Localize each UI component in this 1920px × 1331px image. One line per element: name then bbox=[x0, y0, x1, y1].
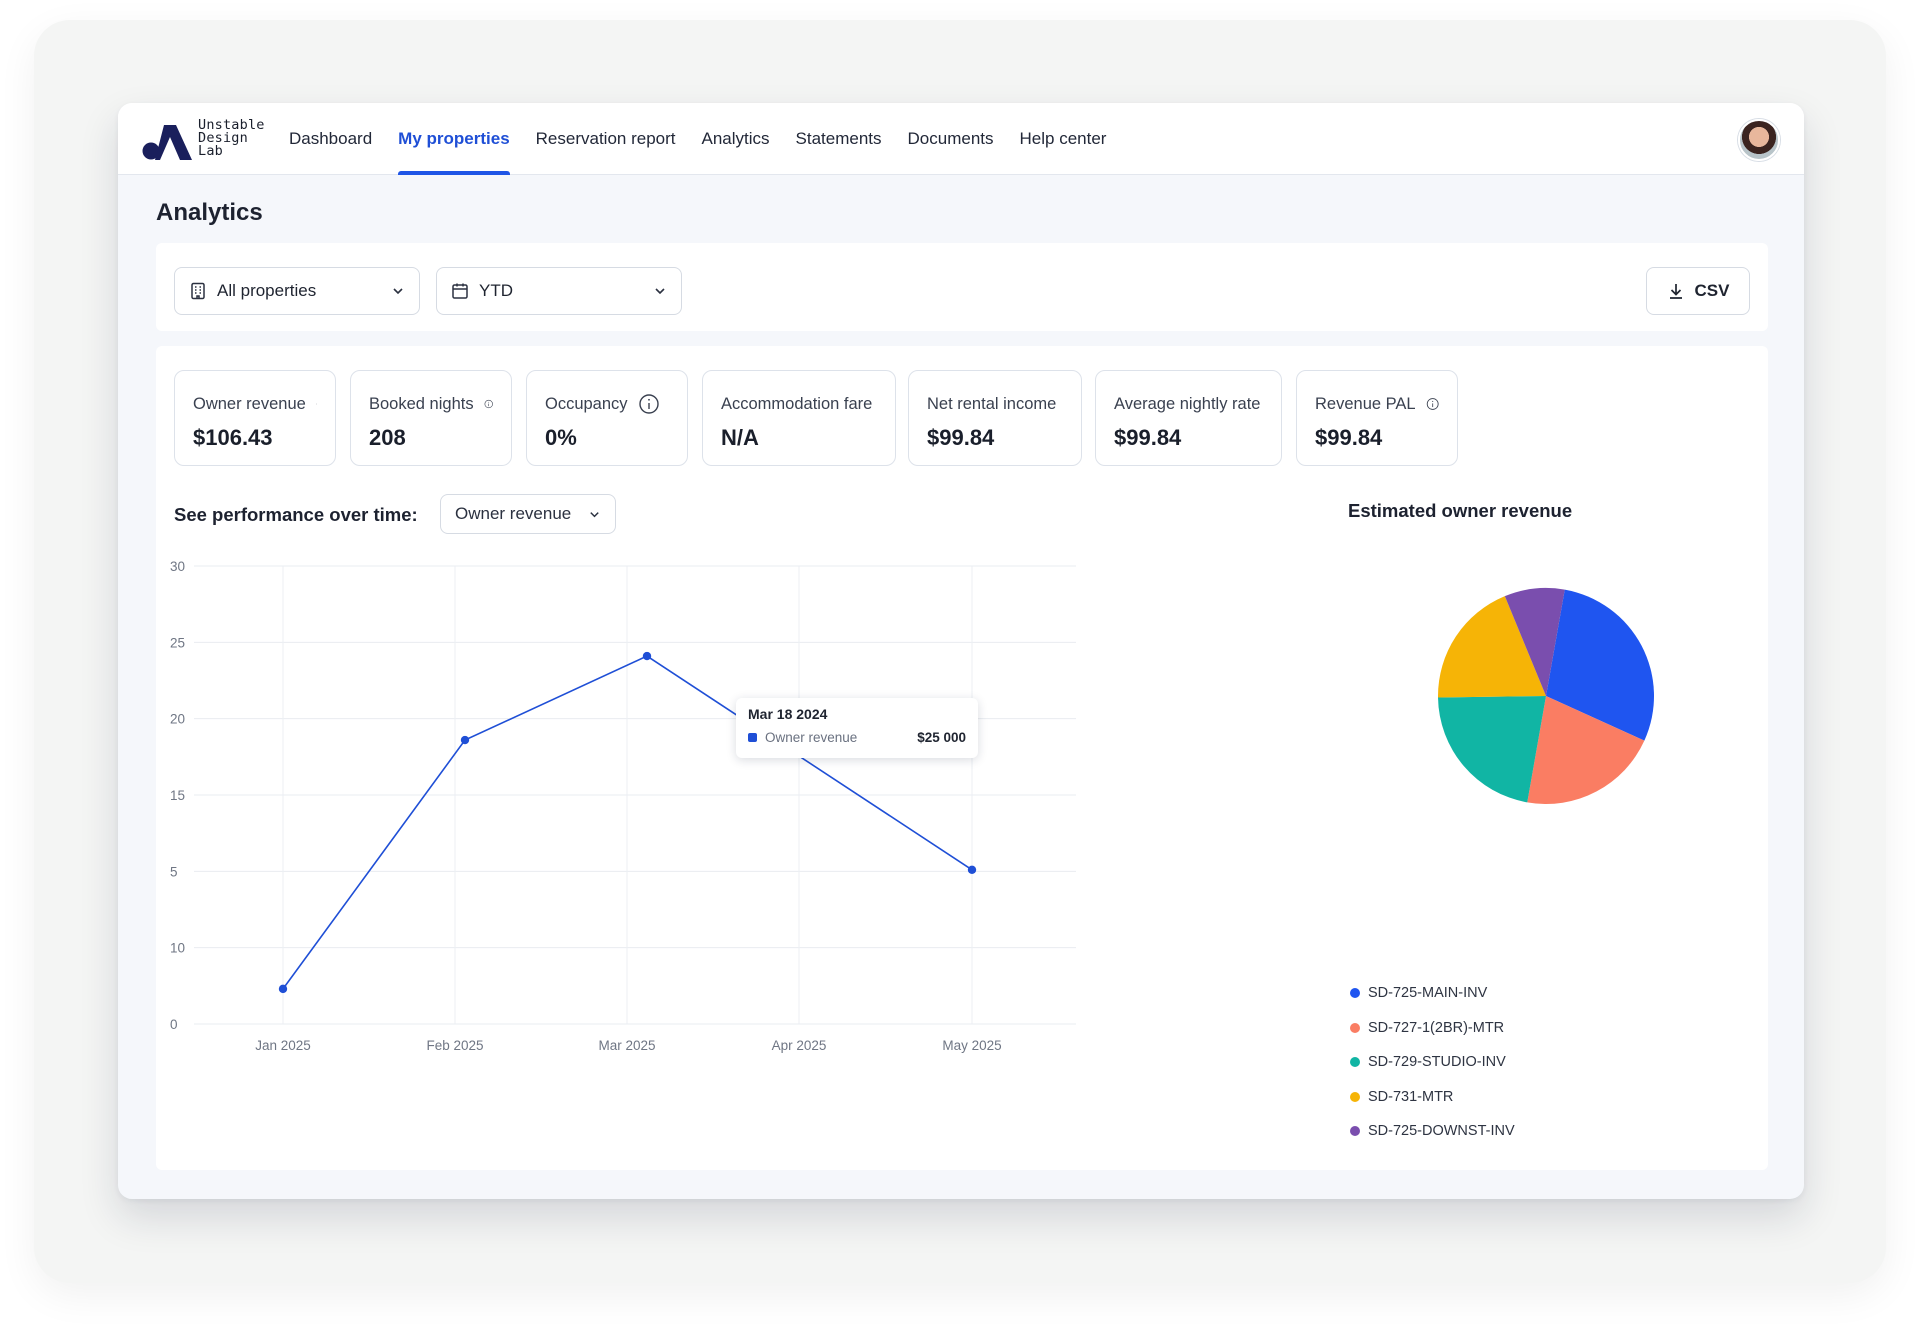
kpi-value: $99.84 bbox=[1114, 425, 1182, 450]
download-icon bbox=[1669, 284, 1682, 299]
y-tick-label: 30 bbox=[170, 559, 185, 574]
legend-swatch bbox=[1350, 1022, 1360, 1033]
kpi-label: Average nightly rate bbox=[1114, 394, 1261, 413]
app-window: Unstable Design Lab Dashboard My properti… bbox=[118, 103, 1804, 1199]
kpi-card: Revenue PAL $99.84 bbox=[1296, 370, 1458, 466]
nav-item-reservation-report[interactable]: Reservation report bbox=[523, 103, 689, 175]
info-icon[interactable] bbox=[484, 393, 493, 415]
info-icon[interactable] bbox=[315, 393, 317, 415]
kpi-value: $99.84 bbox=[927, 425, 995, 450]
legend-item[interactable]: SD-731-MTR bbox=[1350, 1080, 1515, 1115]
nav-item-help-center[interactable]: Help center bbox=[1007, 103, 1120, 175]
analytics-panel: Owner revenue $106.43 Booked nights 208 Occu… bbox=[156, 346, 1768, 1170]
data-point bbox=[642, 651, 652, 661]
info-icon[interactable] bbox=[638, 393, 660, 415]
kpi-value: $106.43 bbox=[193, 425, 273, 450]
kpi-card: Occupancy 0% bbox=[526, 370, 688, 466]
y-tick-label: 5 bbox=[170, 864, 178, 879]
chevron-down-icon bbox=[590, 512, 599, 518]
legend-swatch bbox=[1350, 1057, 1360, 1068]
kpi-card: Net rental income $99.84 bbox=[908, 370, 1082, 466]
legend-swatch bbox=[1350, 1091, 1360, 1102]
legend-item[interactable]: SD-727-1(2BR)-MTR bbox=[1350, 1011, 1515, 1046]
nav-item-statements[interactable]: Statements bbox=[783, 103, 895, 175]
period-select-value: YTD bbox=[479, 281, 513, 300]
legend-label: SD-729-STUDIO-INV bbox=[1368, 1054, 1506, 1071]
period-select[interactable]: YTD bbox=[436, 267, 682, 315]
csv-download-button[interactable]: CSV bbox=[1646, 267, 1750, 315]
y-tick-label: 20 bbox=[170, 712, 185, 727]
kpi-label: Owner revenue bbox=[193, 394, 306, 413]
legend-item[interactable]: SD-725-DOWNST-INV bbox=[1350, 1114, 1515, 1149]
calendar-icon bbox=[452, 283, 468, 299]
logo-mark-icon bbox=[142, 125, 192, 160]
kpi-card: Average nightly rate $99.84 bbox=[1095, 370, 1282, 466]
brand-name: Unstable Design Lab bbox=[198, 117, 265, 159]
pie-slice[interactable] bbox=[1438, 696, 1546, 803]
legend-label: SD-727-1(2BR)-MTR bbox=[1368, 1019, 1505, 1036]
tooltip-series-name: Owner revenue bbox=[765, 730, 858, 745]
kpi-card: Booked nights 208 bbox=[350, 370, 512, 466]
chevron-down-icon bbox=[393, 288, 403, 295]
nav-item-analytics[interactable]: Analytics bbox=[689, 103, 783, 175]
performance-label: See performance over time: bbox=[174, 504, 418, 525]
legend-item[interactable]: SD-729-STUDIO-INV bbox=[1350, 1045, 1515, 1080]
y-tick-label: 0 bbox=[170, 1017, 178, 1032]
x-tick-label: Apr 2025 bbox=[772, 1038, 827, 1053]
filter-bar: All properties YTD CSV bbox=[156, 243, 1768, 331]
kpi-label: Booked nights bbox=[369, 394, 474, 413]
y-tick-label: 15 bbox=[170, 788, 185, 803]
building-icon bbox=[191, 282, 205, 300]
nav-item-documents[interactable]: Documents bbox=[895, 103, 1007, 175]
tooltip-series-swatch bbox=[748, 733, 757, 742]
user-avatar[interactable] bbox=[1738, 119, 1780, 161]
nav-item-dashboard[interactable]: Dashboard bbox=[276, 103, 385, 175]
owner-revenue-pie-chart bbox=[1438, 588, 1654, 804]
pie-chart-title: Estimated owner revenue bbox=[1348, 500, 1573, 521]
kpi-value: N/A bbox=[721, 425, 759, 450]
page-title: Analytics bbox=[156, 199, 263, 226]
x-tick-label: Jan 2025 bbox=[255, 1038, 311, 1053]
y-tick-label: 10 bbox=[170, 941, 185, 956]
kpi-label: Accommodation fare bbox=[721, 394, 873, 413]
chevron-down-icon bbox=[655, 288, 665, 295]
nav-item-my-properties[interactable]: My properties bbox=[385, 103, 522, 175]
brand-logo[interactable]: Unstable Design Lab bbox=[142, 117, 282, 163]
owner-revenue-line-chart: 30 25 20 15 5 10 0 Jan 2025 Feb 2025 Mar 2025 Apr … bbox=[170, 559, 1076, 1053]
legend-item[interactable]: SD-725-MAIN-INV bbox=[1350, 976, 1515, 1011]
kpi-label: Occupancy bbox=[545, 394, 628, 413]
kpi-value: 0% bbox=[545, 425, 577, 450]
metric-select[interactable]: Owner revenue bbox=[440, 494, 616, 534]
kpi-value: 208 bbox=[369, 425, 406, 450]
data-point bbox=[967, 865, 977, 875]
y-tick-label: 25 bbox=[170, 635, 185, 650]
property-select-value: All properties bbox=[217, 281, 317, 300]
kpi-label: Revenue PAL bbox=[1315, 394, 1416, 413]
kpi-card: Accommodation fare N/A bbox=[702, 370, 896, 466]
legend-label: SD-725-MAIN-INV bbox=[1368, 985, 1488, 1002]
x-tick-label: Feb 2025 bbox=[426, 1038, 483, 1053]
metric-select-value: Owner revenue bbox=[455, 504, 572, 523]
csv-button-label: CSV bbox=[1694, 281, 1730, 300]
kpi-value: $99.84 bbox=[1315, 425, 1383, 450]
x-tick-label: May 2025 bbox=[942, 1038, 1001, 1053]
tooltip-value: $25 000 bbox=[917, 730, 966, 745]
data-point bbox=[278, 984, 288, 994]
pie-legend: SD-725-MAIN-INV SD-727-1(2BR)-MTR SD-729-S… bbox=[1350, 976, 1515, 1149]
legend-swatch bbox=[1350, 1126, 1360, 1137]
legend-swatch bbox=[1350, 988, 1360, 999]
info-icon[interactable] bbox=[1426, 393, 1439, 415]
property-select[interactable]: All properties bbox=[174, 267, 420, 315]
x-tick-label: Mar 2025 bbox=[598, 1038, 655, 1053]
legend-label: SD-731-MTR bbox=[1368, 1088, 1454, 1105]
chart-tooltip: Mar 18 2024 Owner revenue $25 000 bbox=[736, 698, 978, 758]
data-point bbox=[460, 735, 470, 745]
legend-label: SD-725-DOWNST-INV bbox=[1368, 1123, 1515, 1140]
top-navigation: Unstable Design Lab Dashboard My properti… bbox=[118, 103, 1804, 175]
kpi-label: Net rental income bbox=[927, 394, 1057, 413]
kpi-card: Owner revenue $106.43 bbox=[174, 370, 336, 466]
tooltip-date: Mar 18 2024 bbox=[748, 706, 828, 722]
main-nav: Dashboard My properties Reservation report… bbox=[276, 103, 1119, 175]
